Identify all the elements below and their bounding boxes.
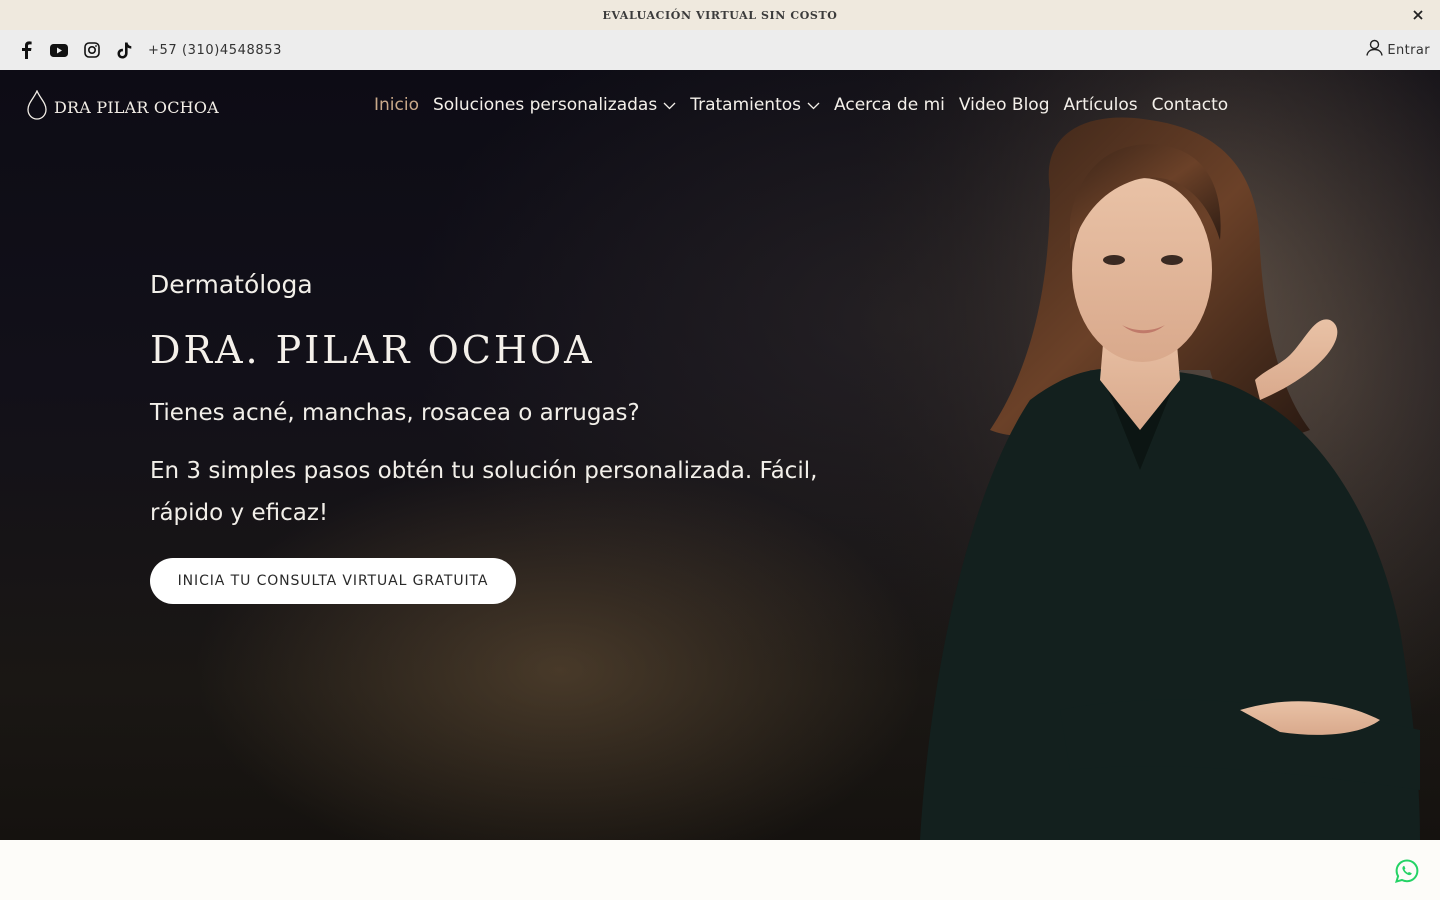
whatsapp-icon[interactable] <box>1394 858 1420 884</box>
youtube-icon[interactable] <box>49 41 68 60</box>
nav-item-inicio[interactable]: Inicio <box>374 95 419 115</box>
hero-eyebrow: Dermatóloga <box>150 270 313 299</box>
hero-description: En 3 simples pasos obtén tu solución per… <box>150 458 818 526</box>
tiktok-icon[interactable] <box>115 41 134 60</box>
nav-item-tratamientos[interactable]: Tratamientos <box>690 95 820 115</box>
hero-title: DRA. PILAR OCHOA <box>150 328 595 372</box>
doctor-portrait-image <box>860 70 1440 840</box>
nav-item-label: Contacto <box>1151 95 1229 115</box>
facebook-icon[interactable] <box>16 41 35 60</box>
announcement-bar: EVALUACIÓN VIRTUAL SIN COSTO <box>0 0 1440 30</box>
nav-item-label: Acerca de mi <box>834 95 945 115</box>
phone-number[interactable]: +57 (310)4548853 <box>148 43 282 58</box>
logo-text: DRA PILAR OCHOA <box>54 98 219 117</box>
nav-item-articulos[interactable]: Artículos <box>1064 95 1138 115</box>
nav-item-video-blog[interactable]: Video Blog <box>959 95 1050 115</box>
hero-section: DRA PILAR OCHOA Inicio Soluciones person… <box>0 70 1440 840</box>
instagram-icon[interactable] <box>82 41 101 60</box>
nav-item-acerca[interactable]: Acerca de mi <box>834 95 945 115</box>
chevron-down-icon <box>663 95 676 115</box>
start-consultation-button[interactable]: INICIA TU CONSULTA VIRTUAL GRATUITA <box>150 558 516 604</box>
cta-label: INICIA TU CONSULTA VIRTUAL GRATUITA <box>177 573 489 589</box>
nav-item-label: Soluciones personalizadas <box>432 95 658 115</box>
close-icon[interactable] <box>1408 5 1428 25</box>
nav-item-label: Tratamientos <box>690 95 802 115</box>
nav-item-contacto[interactable]: Contacto <box>1152 95 1229 115</box>
utility-bar: +57 (310)4548853 Entrar <box>0 30 1440 70</box>
site-logo[interactable]: DRA PILAR OCHOA <box>26 89 219 125</box>
below-hero-section <box>0 840 1440 900</box>
hero-question: Tienes acné, manchas, rosacea o arrugas? <box>150 400 640 426</box>
chevron-down-icon <box>807 95 820 115</box>
nav-item-label: Inicio <box>374 95 419 115</box>
announcement-text: EVALUACIÓN VIRTUAL SIN COSTO <box>602 8 838 22</box>
nav-item-label: Video Blog <box>958 95 1050 115</box>
login-label: Entrar <box>1387 42 1430 58</box>
droplet-icon <box>26 89 48 125</box>
nav-item-soluciones[interactable]: Soluciones personalizadas <box>433 95 676 115</box>
main-nav: DRA PILAR OCHOA Inicio Soluciones person… <box>0 70 1440 140</box>
user-icon <box>1366 39 1384 61</box>
login-link[interactable]: Entrar <box>1366 30 1430 70</box>
nav-item-label: Artículos <box>1063 95 1138 115</box>
social-links <box>16 41 134 60</box>
nav-menu: Inicio Soluciones personalizadas Tratami… <box>374 70 1242 140</box>
